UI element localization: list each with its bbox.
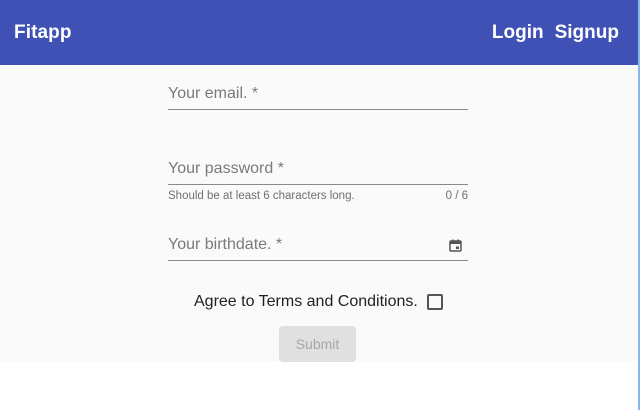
terms-checkbox[interactable] <box>426 294 443 310</box>
birthdate-input[interactable]: Your birthdate. * <box>168 233 468 261</box>
email-input[interactable]: Your email. * <box>168 82 468 110</box>
password-input[interactable]: Your password * <box>168 157 468 185</box>
password-hint: Should be at least 6 characters long. <box>168 190 355 202</box>
calendar-icon[interactable] <box>449 239 462 252</box>
submit-button[interactable]: Submit <box>279 326 356 362</box>
app-toolbar: Fitapp Login Signup <box>0 0 638 65</box>
terms-label[interactable]: Agree to Terms and Conditions. <box>194 293 418 311</box>
password-hint-row: Should be at least 6 characters long. 0 … <box>168 190 468 202</box>
birthdate-placeholder: Your birthdate. * <box>168 236 283 253</box>
signup-link[interactable]: Signup <box>555 22 619 44</box>
email-field: Your email. * <box>168 82 468 110</box>
password-placeholder: Your password * <box>168 160 284 177</box>
terms-row: Agree to Terms and Conditions. <box>194 293 443 311</box>
password-field: Your password * Should be at least 6 cha… <box>168 157 468 202</box>
app-brand[interactable]: Fitapp <box>14 22 72 44</box>
password-counter: 0 / 6 <box>445 190 468 202</box>
birthdate-field: Your birthdate. * <box>168 233 468 261</box>
login-link[interactable]: Login <box>492 22 544 44</box>
email-placeholder: Your email. * <box>168 85 259 102</box>
